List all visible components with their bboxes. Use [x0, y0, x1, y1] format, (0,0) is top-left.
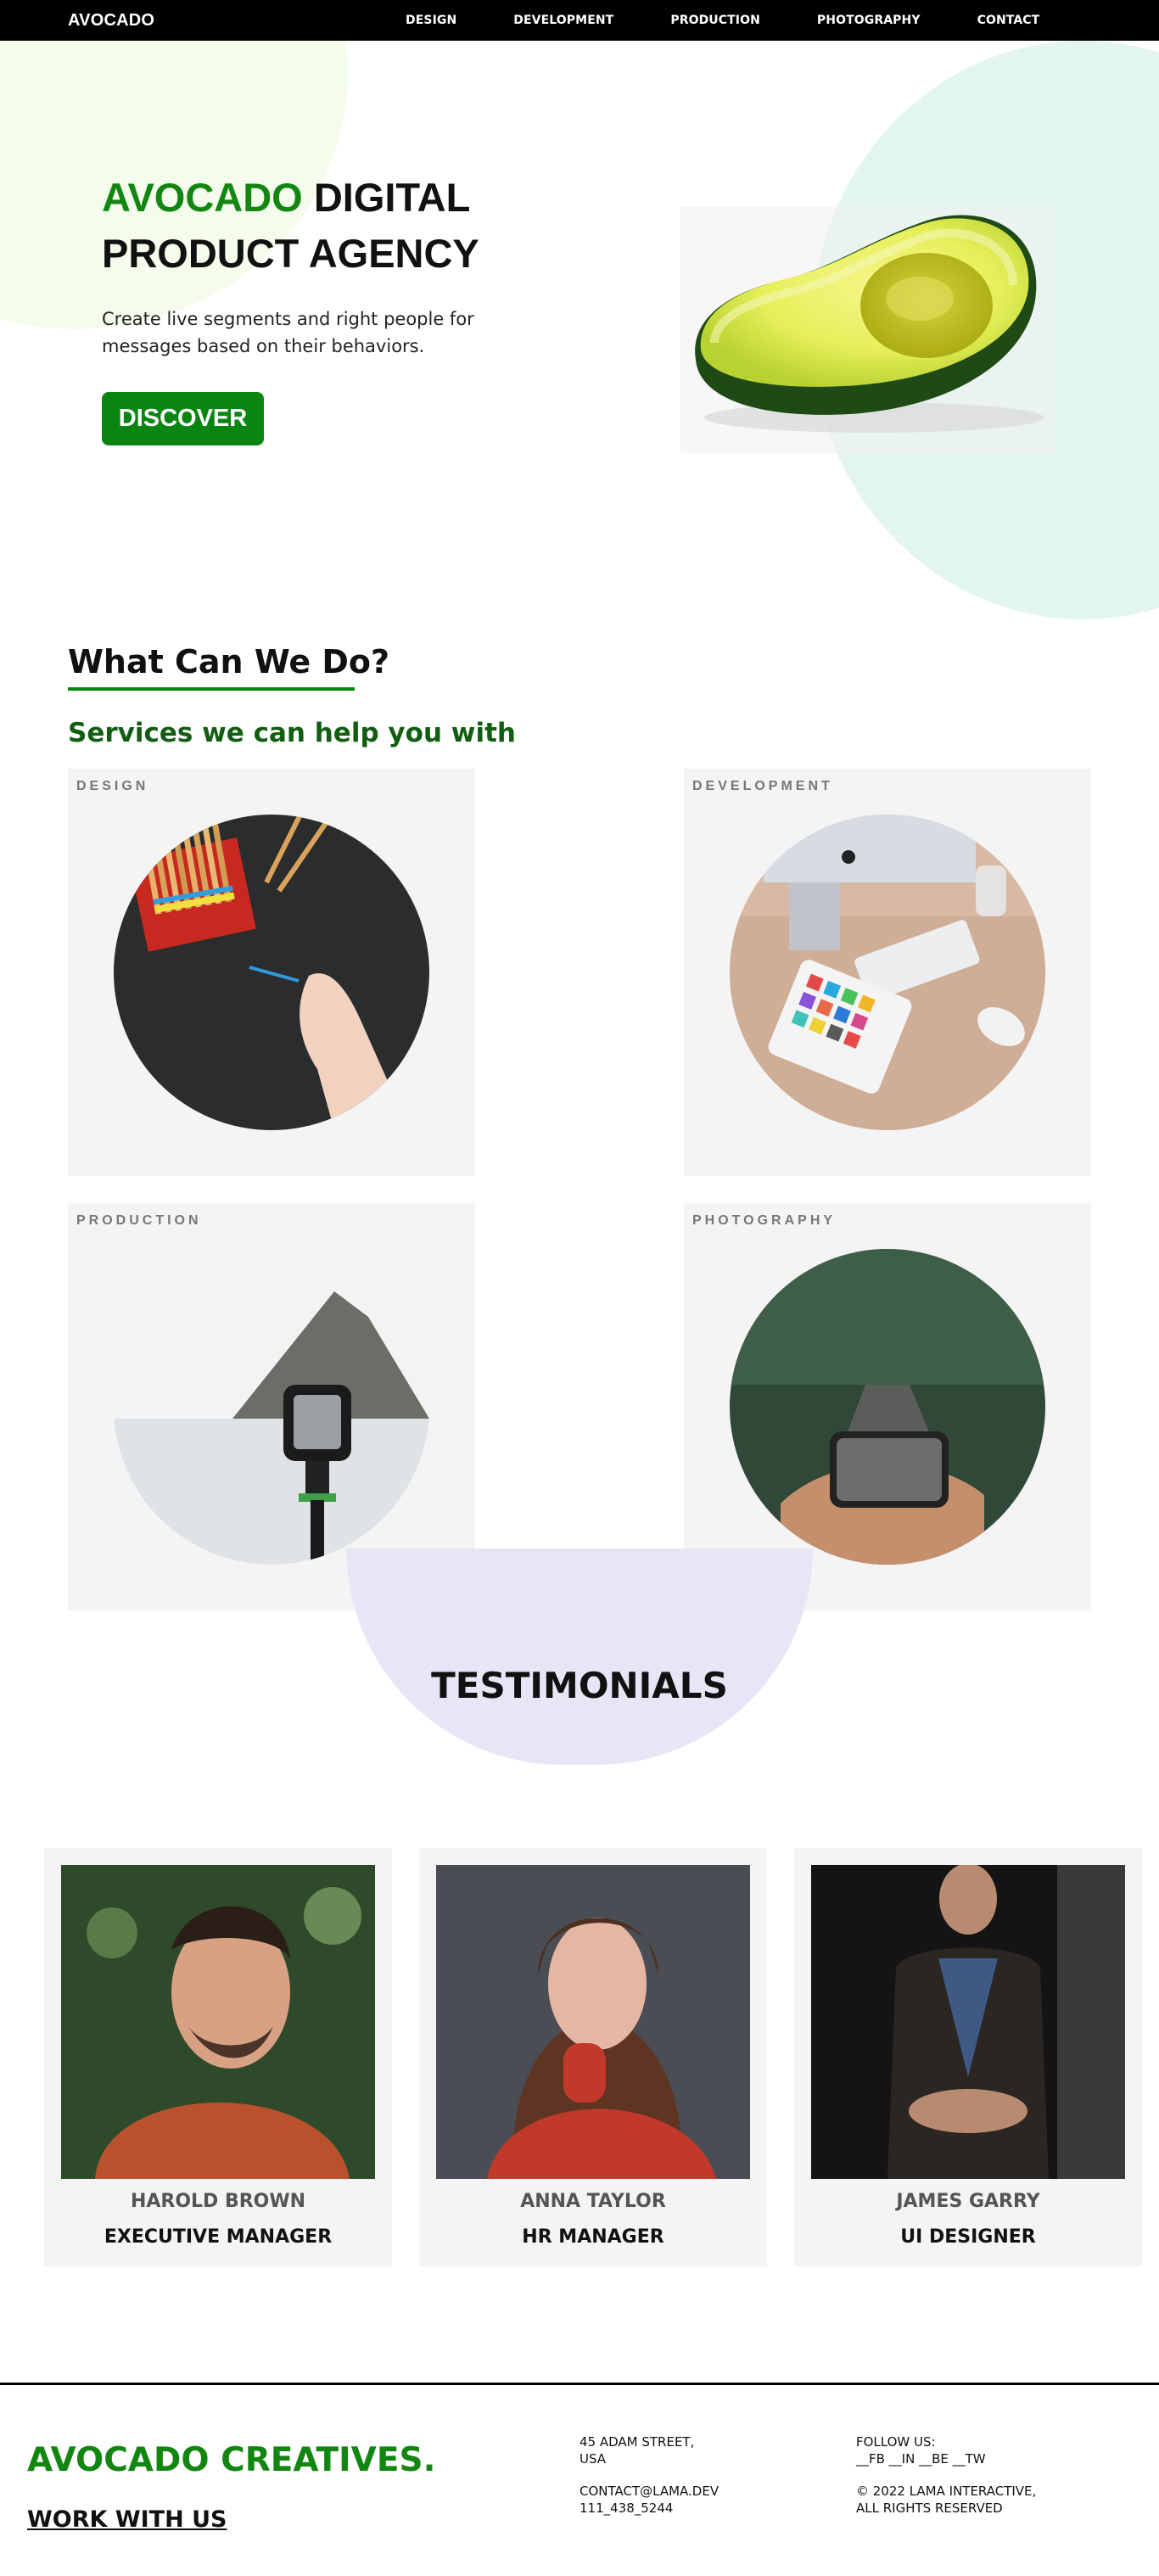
- copyright-line-2: ALL RIGHTS RESERVED: [856, 2500, 1003, 2516]
- nav-link-development[interactable]: DEVELOPMENT: [513, 14, 613, 27]
- avocado-image: [680, 207, 1056, 453]
- copyright-line-1: © 2022 LAMA INTERACTIVE,: [856, 2484, 1037, 2499]
- hero-title: AVOCADO DIGITAL PRODUCT AGENCY: [102, 170, 543, 282]
- development-photo: [730, 815, 1045, 1130]
- nav-links: DESIGN DEVELOPMENT PRODUCTION PHOTOGRAPH…: [406, 14, 1096, 27]
- design-photo: [114, 815, 429, 1130]
- contact-email[interactable]: CONTACT@LAMA.DEV: [580, 2483, 719, 2500]
- photography-photo: [730, 1249, 1045, 1565]
- footer-divider: [0, 2383, 1159, 2385]
- testimonial-name: ANNA TAYLOR: [520, 2191, 666, 2212]
- contact-phone: 111_438_5244: [580, 2500, 674, 2516]
- nav-link-photography[interactable]: PHOTOGRAPHY: [817, 14, 921, 27]
- footer-brand: AVOCADO CREATIVES.: [27, 2441, 436, 2479]
- address-line-1: 45 ADAM STREET,: [580, 2434, 695, 2450]
- testimonial-role: EXECUTIVE MANAGER: [104, 2226, 333, 2248]
- hero-title-word: DIGITAL: [313, 175, 471, 220]
- hero-title-brand: AVOCADO: [102, 175, 303, 220]
- work-with-us-link[interactable]: WORK WITH US: [27, 2506, 227, 2533]
- logo[interactable]: AVOCADO: [68, 11, 154, 31]
- services-subtitle: Services we can help you with: [68, 718, 516, 748]
- service-card-label: PHOTOGRAPHY: [692, 1213, 837, 1228]
- avatar: [811, 1865, 1125, 2179]
- testimonial-card: ANNA TAYLOR HR MANAGER: [419, 1848, 767, 2266]
- service-card-development[interactable]: DEVELOPMENT: [684, 769, 1091, 1176]
- service-card-design[interactable]: DESIGN: [68, 769, 475, 1176]
- services-title: What Can We Do?: [68, 643, 390, 680]
- testimonials-title: TESTIMONIALS: [431, 1665, 728, 1706]
- testimonial-name: JAMES GARRY: [896, 2191, 1040, 2212]
- services-title-underline: [68, 687, 355, 691]
- testimonial-role: UI DESIGNER: [900, 2226, 1036, 2248]
- testimonial-name: HAROLD BROWN: [130, 2191, 306, 2212]
- testimonial-card: JAMES GARRY UI DESIGNER: [794, 1848, 1142, 2266]
- discover-button[interactable]: DISCOVER: [102, 392, 264, 445]
- testimonial-role: HR MANAGER: [522, 2226, 664, 2248]
- testimonial-card: HAROLD BROWN EXECUTIVE MANAGER: [44, 1848, 392, 2266]
- footer-contact: CONTACT@LAMA.DEV 111_438_5244: [580, 2483, 719, 2517]
- service-card-label: PRODUCTION: [76, 1213, 202, 1228]
- nav-link-design[interactable]: DESIGN: [406, 14, 456, 27]
- avocado-icon: [695, 215, 1044, 433]
- footer-address: 45 ADAM STREET, USA: [580, 2433, 694, 2467]
- hero-section: AVOCADO DIGITAL PRODUCT AGENCY Create li…: [0, 41, 1159, 635]
- service-card-label: DEVELOPMENT: [692, 779, 833, 793]
- avatar: [436, 1865, 750, 2179]
- production-photo: [114, 1249, 429, 1565]
- navbar: AVOCADO DESIGN DEVELOPMENT PRODUCTION PH…: [0, 0, 1159, 41]
- avatar: [61, 1865, 375, 2179]
- hero-title-line2: PRODUCT AGENCY: [102, 231, 479, 276]
- service-card-label: DESIGN: [76, 779, 149, 793]
- testimonials-arc: [346, 1548, 813, 1765]
- follow-label: FOLLOW US:: [856, 2434, 936, 2450]
- footer-follow: FOLLOW US: __FB __IN __BE __TW: [856, 2433, 986, 2467]
- hero-description: Create live segments and right people fo…: [102, 309, 474, 356]
- social-links[interactable]: __FB __IN __BE __TW: [856, 2450, 986, 2467]
- nav-link-contact[interactable]: CONTACT: [977, 14, 1040, 27]
- address-line-2: USA: [580, 2451, 607, 2467]
- footer-copyright: © 2022 LAMA INTERACTIVE, ALL RIGHTS RESE…: [856, 2483, 1036, 2517]
- nav-link-production[interactable]: PRODUCTION: [670, 14, 760, 27]
